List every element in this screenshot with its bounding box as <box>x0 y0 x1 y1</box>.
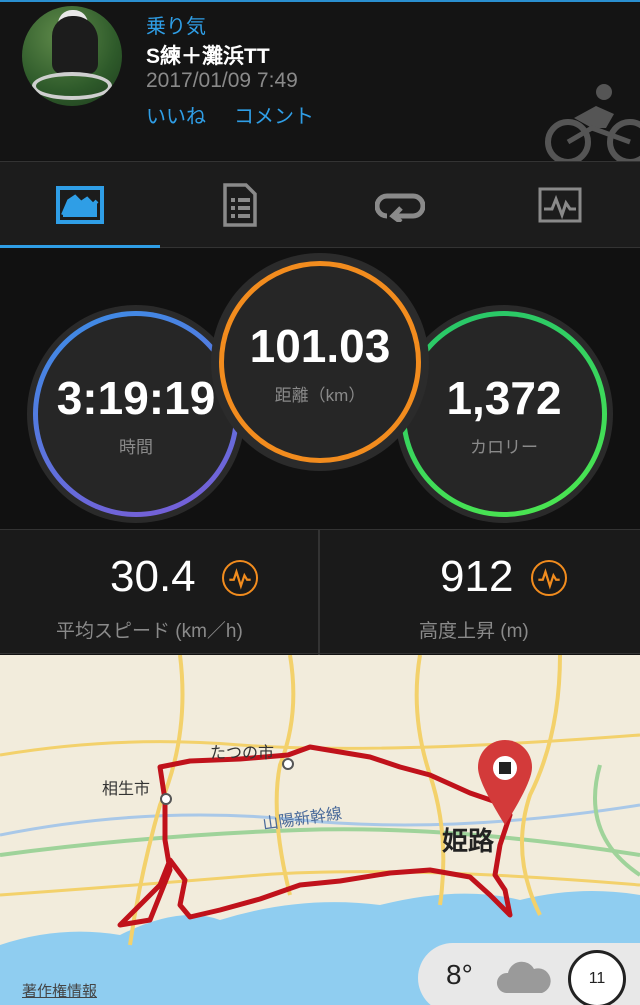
expressway <box>0 827 640 857</box>
activity-title: S練＋灘浜TT <box>146 45 270 68</box>
time-label: 時間 <box>119 437 153 457</box>
weather-temp: 8° <box>446 959 473 990</box>
elevation-value: 912 <box>440 552 514 601</box>
expressway <box>593 764 640 877</box>
map-label-tatsuno: たつの市 <box>210 745 275 762</box>
map-label-himeji: 姫路 <box>442 826 495 856</box>
weather-dial: 11 <box>568 950 626 1005</box>
activity-type: 乗り気 <box>146 16 206 38</box>
road <box>0 733 640 757</box>
time-value: 3:19:19 <box>56 371 216 424</box>
performance-icon[interactable] <box>222 560 258 596</box>
map-credit-link[interactable]: 著作権情報 <box>22 980 97 1001</box>
tab-bar <box>0 161 640 248</box>
tab-laps[interactable] <box>320 162 480 248</box>
details-icon <box>223 183 257 227</box>
calories-ring: 1,372 カロリー <box>401 311 607 517</box>
avg-speed-label: 平均スピード (km／h) <box>56 621 243 642</box>
performance-icon[interactable] <box>531 560 567 596</box>
avatar[interactable] <box>22 6 122 106</box>
tab-details[interactable] <box>160 162 320 248</box>
stats-panel: 3:19:19 時間 1,372 カロリー 101.03 距離（km） <box>0 249 640 529</box>
distance-label: 距離（km） <box>274 385 366 405</box>
calories-value: 1,372 <box>446 371 562 424</box>
cloud-icon <box>496 961 551 993</box>
tab-active-indicator <box>0 245 160 248</box>
elevation-label: 高度上昇 (m) <box>419 621 529 642</box>
avatar-rider <box>52 16 98 74</box>
activity-header: 乗り気 S練＋灘浜TT 2017/01/09 7:49 いいね コメント <box>0 0 640 162</box>
chart-icon <box>538 187 582 223</box>
distance-value: 101.03 <box>249 319 391 372</box>
metrics-panel: 30.4 平均スピード (km／h) 912 高度上昇 (m) <box>0 529 640 655</box>
avg-speed-value: 30.4 <box>110 552 196 601</box>
like-button[interactable]: いいね <box>146 100 206 129</box>
cycling-icon <box>545 84 640 162</box>
laps-icon <box>375 193 425 222</box>
comment-button[interactable]: コメント <box>234 100 314 129</box>
city-marker <box>160 793 172 805</box>
calories-label: カロリー <box>470 437 538 457</box>
summary-icon <box>56 186 104 224</box>
time-ring: 3:19:19 時間 <box>33 311 239 517</box>
avatar-bike <box>32 72 112 100</box>
stop-icon <box>499 762 511 774</box>
city-marker <box>282 758 294 770</box>
route-map[interactable]: たつの市 相生市 山陽新幹線 姫路 著作権情報 8° 11 <box>0 655 640 1005</box>
tab-chart[interactable] <box>480 162 640 248</box>
tab-summary[interactable] <box>0 162 160 248</box>
divider <box>318 530 320 655</box>
activity-datetime: 2017/01/09 7:49 <box>146 69 298 92</box>
map-label-aioi: 相生市 <box>102 781 151 798</box>
distance-ring: 101.03 距離（km） <box>219 261 421 463</box>
road <box>274 655 296 896</box>
weather-widget[interactable]: 8° 11 <box>418 943 640 1005</box>
